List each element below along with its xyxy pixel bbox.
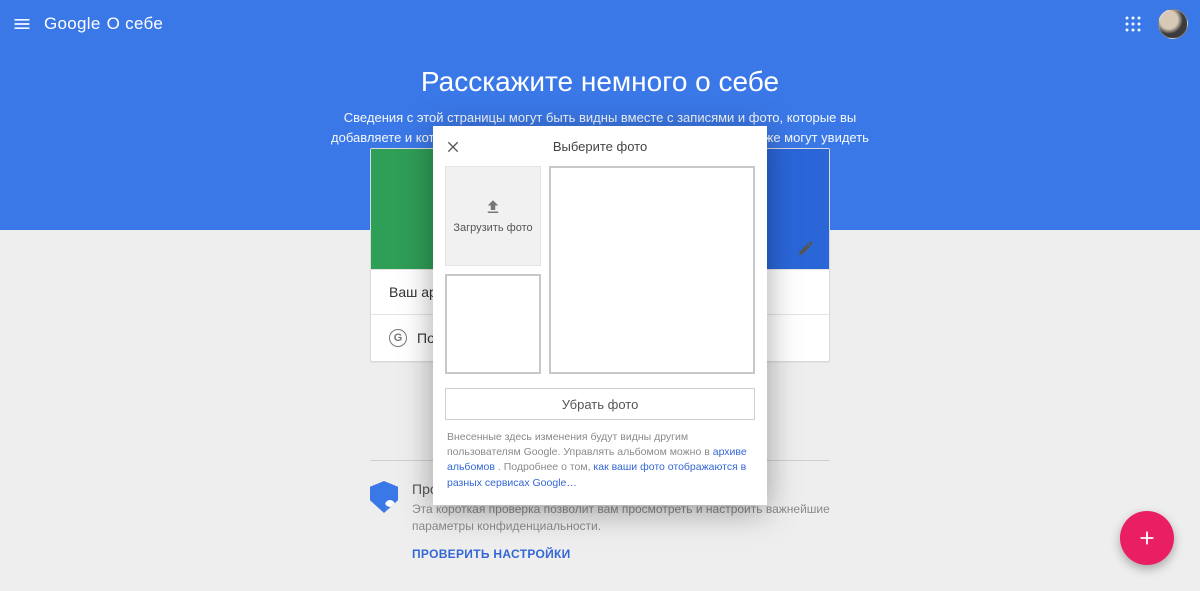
upload-photo-label: Загрузить фото xyxy=(453,222,532,234)
upload-photo-tile[interactable]: Загрузить фото xyxy=(445,166,541,266)
shield-icon xyxy=(370,481,398,513)
avatar[interactable] xyxy=(1158,9,1188,39)
edit-cover-button[interactable] xyxy=(791,233,821,263)
privacy-body: Эта короткая проверка позволит вам просм… xyxy=(412,501,830,535)
brand-sub: О себе xyxy=(107,14,164,34)
upload-icon xyxy=(484,198,502,216)
close-button[interactable] xyxy=(433,126,473,166)
fab-add-button[interactable] xyxy=(1120,511,1174,565)
footer-text-1: Внесенные здесь изменения будут видны др… xyxy=(447,431,713,458)
google-g-icon: G xyxy=(389,329,407,347)
remove-photo-button[interactable]: Убрать фото xyxy=(445,388,755,420)
modal-body: Загрузить фото xyxy=(433,166,767,374)
page-title: Расскажите немного о себе xyxy=(0,66,1200,98)
footer-text-2: . Подробнее о том, xyxy=(498,461,594,473)
privacy-cta-link[interactable]: ПРОВЕРИТЬ НАСТРОЙКИ xyxy=(412,547,571,561)
modal-title: Выберите фото xyxy=(433,139,767,154)
brand-main: Google xyxy=(44,14,101,34)
modal-header: Выберите фото xyxy=(433,126,767,166)
photo-thumb-small[interactable] xyxy=(445,274,541,374)
modal-footer: Внесенные здесь изменения будут видны др… xyxy=(433,430,767,491)
brand: Google О себе xyxy=(44,14,163,34)
apps-icon[interactable] xyxy=(1124,15,1142,33)
photo-thumb-large[interactable] xyxy=(549,166,755,374)
photo-picker-modal: Выберите фото Загрузить фото Убрать фото… xyxy=(433,126,767,505)
appbar: Google О себе xyxy=(0,0,1200,48)
menu-icon[interactable] xyxy=(12,14,32,34)
